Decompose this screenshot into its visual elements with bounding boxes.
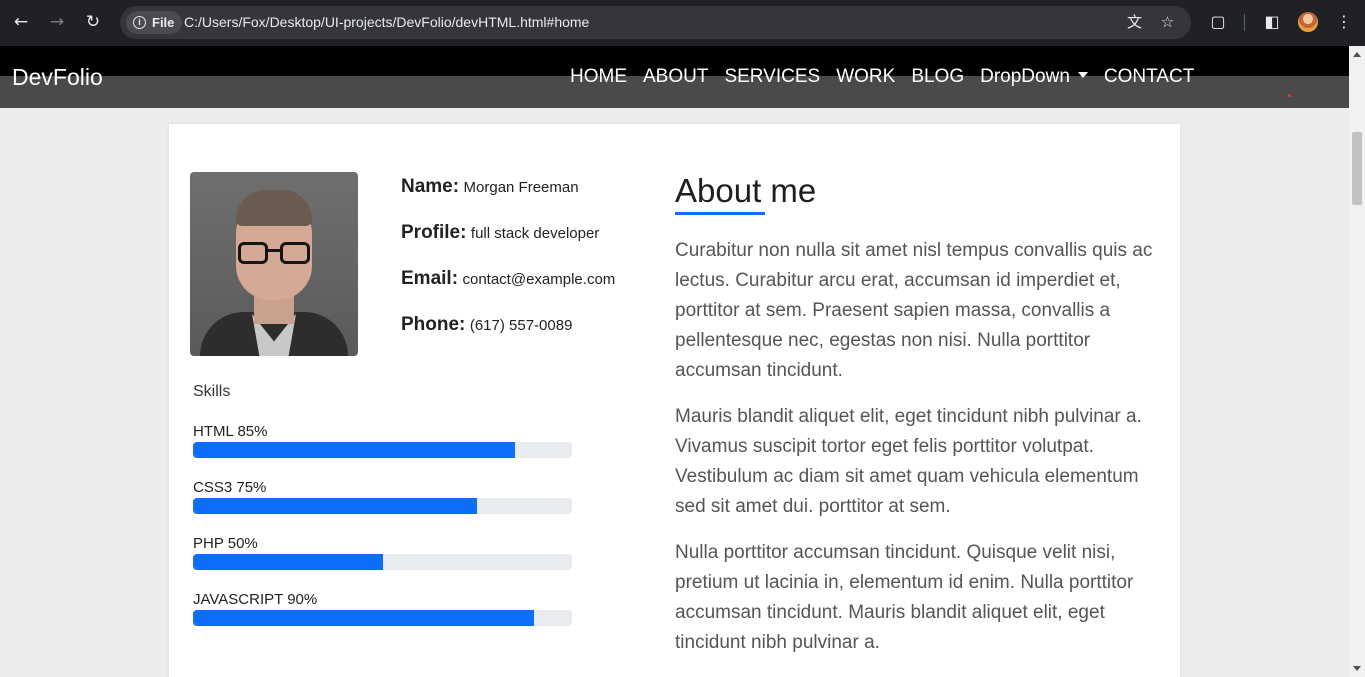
scroll-down-arrow-icon[interactable] (1353, 666, 1361, 671)
profile-value: full stack developer (470, 225, 600, 242)
scroll-up-arrow-icon[interactable] (1353, 52, 1361, 57)
skill-progress-track (193, 442, 572, 458)
nav-links: HOME ABOUT SERVICES WORK BLOG DropDown C… (570, 66, 1194, 88)
back-arrow-icon[interactable]: ← (10, 11, 32, 33)
page-scrollbar[interactable] (1349, 46, 1365, 677)
file-chip-label: File (152, 15, 175, 30)
nav-blog[interactable]: BLOG (911, 66, 964, 88)
about-title: About me (675, 172, 817, 209)
brand-logo[interactable]: DevFolio (12, 64, 103, 91)
phone-label: Phone: (401, 314, 466, 335)
email-label: Email: (401, 268, 459, 289)
about-title-underline (675, 212, 765, 215)
forward-arrow-icon[interactable]: → (46, 11, 68, 33)
about-paragraph: Curabitur non nulla sit amet nisl tempus… (675, 240, 1153, 381)
nav-work[interactable]: WORK (836, 66, 895, 88)
caret-down-icon (1077, 72, 1088, 78)
profile-label: Profile: (401, 222, 467, 243)
red-dot (1288, 94, 1291, 97)
about-text: Curabitur non nulla sit amet nisl tempus… (675, 236, 1155, 674)
nav-dropdown[interactable]: DropDown (980, 66, 1088, 88)
about-paragraph: Nulla porttitor accumsan tincidunt. Quis… (675, 542, 1134, 653)
nav-services[interactable]: SERVICES (724, 66, 820, 88)
email-value: contact@example.com (462, 271, 616, 288)
skill-javascript: JAVASCRIPT 90% (193, 591, 572, 626)
skill-progress-fill (193, 610, 535, 626)
nav-about[interactable]: ABOUT (643, 66, 708, 88)
toolbar-divider (1244, 14, 1245, 31)
info-name-row: Name: Morgan Freeman (401, 176, 615, 222)
reload-icon[interactable]: ↻ (82, 11, 104, 33)
skill-progress-track (193, 610, 572, 626)
info-profile-row: Profile: full stack developer (401, 222, 615, 268)
profile-info: Name: Morgan Freeman Profile: full stack… (401, 176, 615, 360)
profile-photo (190, 172, 358, 356)
nav-dropdown-label: DropDown (980, 66, 1070, 87)
profile-avatar[interactable] (1298, 12, 1318, 32)
scroll-thumb[interactable] (1352, 132, 1362, 205)
site-navbar: DevFolio HOME ABOUT SERVICES WORK BLOG D… (0, 46, 1349, 108)
nav-home[interactable]: HOME (570, 66, 627, 88)
name-value: Morgan Freeman (463, 179, 579, 196)
extensions-puzzle-icon[interactable]: ▢ (1208, 12, 1228, 32)
about-paragraph: Mauris blandit aliquet elit, eget tincid… (675, 406, 1142, 517)
glasses (238, 242, 310, 266)
browser-toolbar: ← → ↻ i File C:/Users/Fox/Desktop/UI-pro… (0, 0, 1365, 46)
address-bar[interactable]: i File C:/Users/Fox/Desktop/UI-projects/… (120, 6, 1191, 39)
skill-html: HTML 85% (193, 423, 572, 458)
skill-label: PHP 50% (193, 535, 258, 552)
more-menu-icon[interactable]: ⋮ (1334, 12, 1354, 32)
phone-value: (617) 557-0089 (469, 317, 573, 334)
skill-progress-track (193, 498, 572, 514)
translate-icon[interactable]: 文 (1125, 13, 1144, 32)
skill-css3: CSS3 75% (193, 479, 572, 514)
info-phone-row: Phone: (617) 557-0089 (401, 314, 615, 360)
info-icon: i (133, 16, 146, 29)
bookmark-star-icon[interactable]: ☆ (1158, 13, 1177, 32)
about-card: Name: Morgan Freeman Profile: full stack… (169, 124, 1180, 677)
info-email-row: Email: contact@example.com (401, 268, 615, 314)
skill-progress-track (193, 554, 572, 570)
url-text[interactable]: C:/Users/Fox/Desktop/UI-projects/DevFoli… (184, 14, 589, 30)
name-label: Name: (401, 176, 460, 197)
skill-progress-fill (193, 498, 478, 514)
nav-contact[interactable]: CONTACT (1104, 66, 1194, 88)
site-info-chip[interactable]: i File (126, 11, 183, 34)
skill-label: CSS3 75% (193, 479, 267, 496)
side-panel-icon[interactable]: ◧ (1262, 12, 1282, 32)
skill-progress-fill (193, 554, 383, 570)
skills-title: Skills (193, 383, 231, 400)
skill-php: PHP 50% (193, 535, 572, 570)
skill-label: HTML 85% (193, 423, 268, 440)
skill-progress-fill (193, 442, 516, 458)
skill-label: JAVASCRIPT 90% (193, 591, 318, 608)
